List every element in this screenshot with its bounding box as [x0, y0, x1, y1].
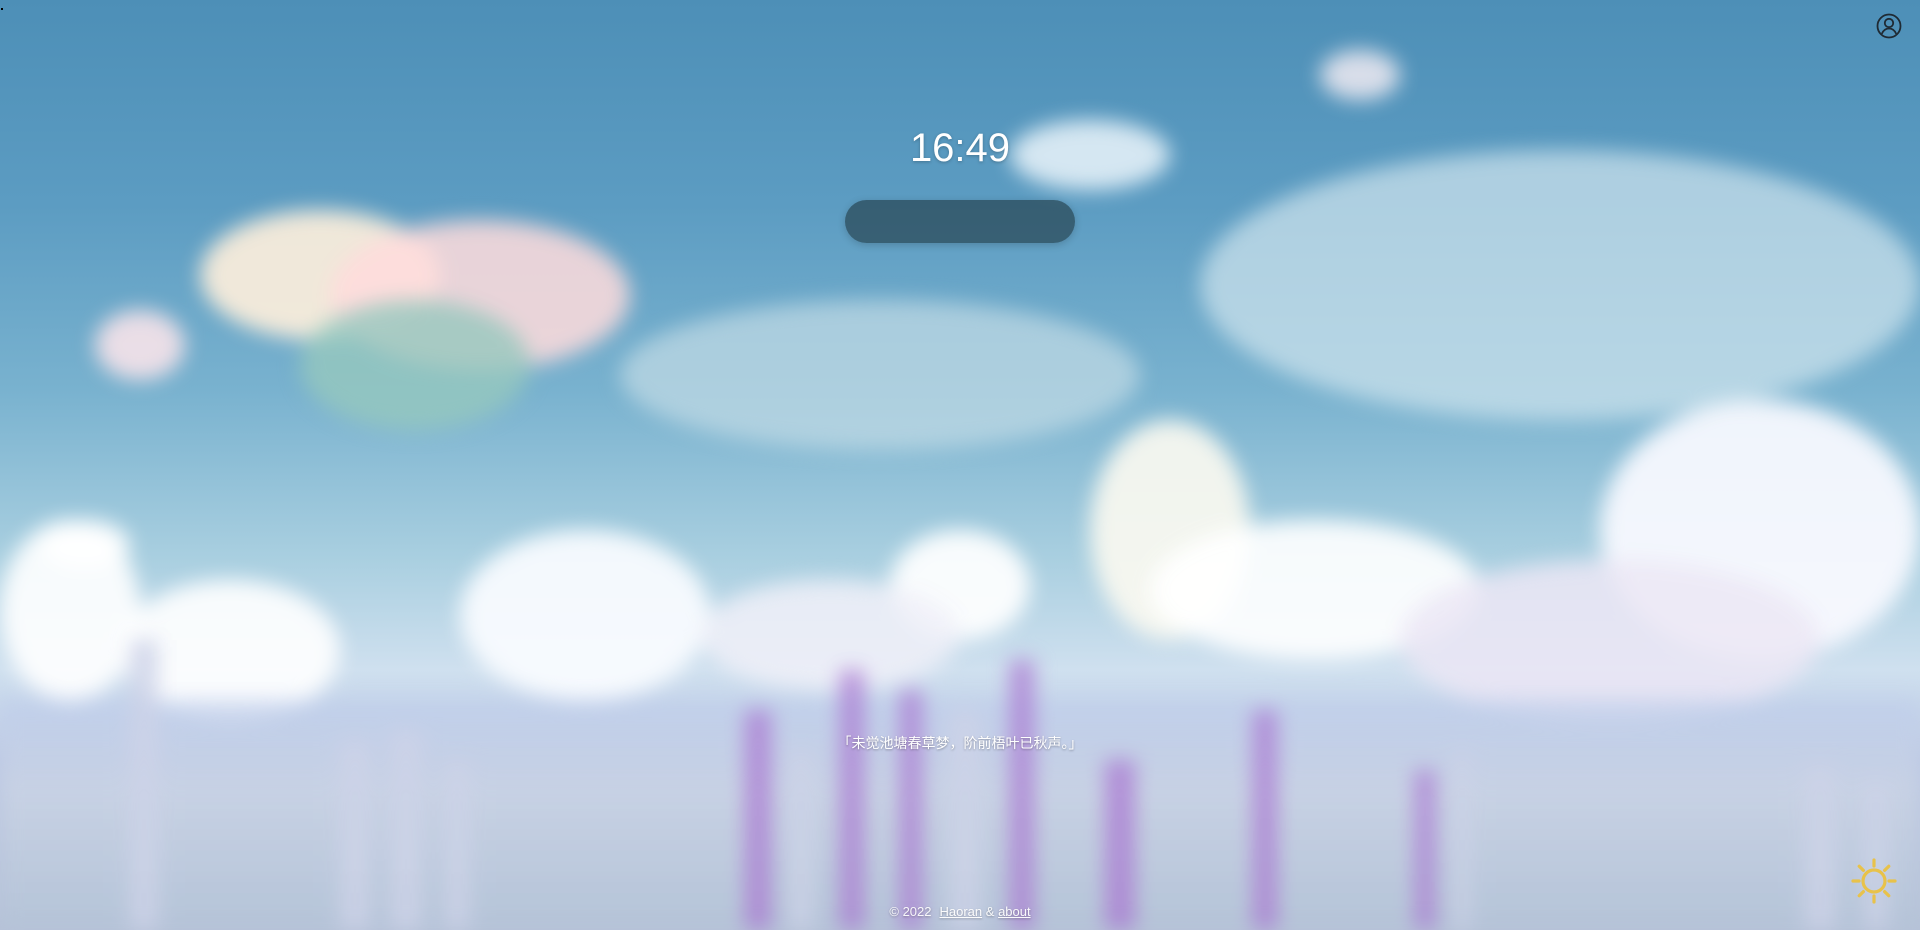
theme-toggle-button[interactable] — [1850, 857, 1898, 905]
author-link[interactable]: Haoran — [940, 904, 983, 919]
copyright-text: © 2022 — [889, 904, 932, 919]
page: 16:49 「未觉池塘春草梦，阶前梧叶已秋声。」 © 2022 Haoran & … — [0, 0, 1920, 930]
cursor-dot — [1, 8, 3, 10]
sun-icon — [1851, 858, 1897, 904]
clock-time: 16:49 — [909, 126, 1011, 170]
search-input[interactable] — [845, 200, 1079, 245]
about-link[interactable]: about — [998, 904, 1031, 919]
search-box[interactable] — [845, 200, 1079, 245]
user-account-button[interactable] — [1876, 13, 1902, 39]
poem-quote: 「未觉池塘春草梦，阶前梧叶已秋声。」 — [837, 736, 1083, 752]
user-circle-icon — [1876, 13, 1902, 39]
overlay: 16:49 「未觉池塘春草梦，阶前梧叶已秋声。」 © 2022 Haoran & … — [0, 0, 1920, 930]
footer: © 2022 Haoran & about — [0, 903, 1920, 921]
footer-separator: & — [985, 904, 995, 919]
